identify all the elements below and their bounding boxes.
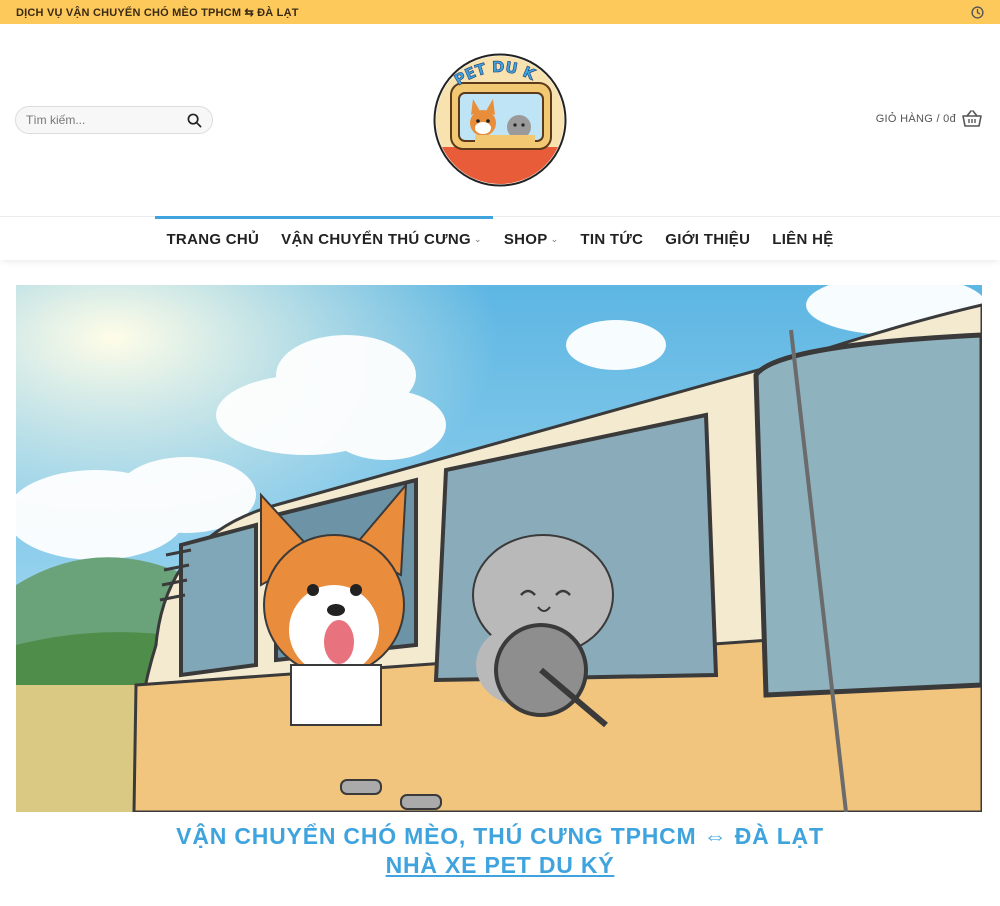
announcement-text: DỊCH VỤ VẬN CHUYỂN CHÓ MÈO TPHCM ⇆ ĐÀ LẠ… bbox=[16, 6, 299, 19]
main-navigation: TRANG CHỦ VẬN CHUYỂN THÚ CƯNG ⌄ SHOP ⌄ TIN… bbox=[0, 216, 1000, 260]
basket-icon bbox=[962, 110, 982, 128]
nav-item-label: SHOP bbox=[503, 230, 548, 248]
nav-item-news[interactable]: TIN TỨC bbox=[569, 217, 654, 261]
hero-headline: VẬN CHUYỂN CHÓ MÈO, THÚ CƯNG TPHCM ⇔ ĐÀ … bbox=[0, 823, 1000, 879]
nav-item-label: VẬN CHUYỂN THÚ CƯNG bbox=[281, 230, 471, 248]
cart-label: GIỎ HÀNG / 0đ bbox=[875, 113, 956, 125]
chevron-down-icon: ⌄ bbox=[474, 233, 482, 244]
nav-item-label: LIÊN HỆ bbox=[772, 230, 834, 248]
headline-title: VẬN CHUYỂN CHÓ MÈO, THÚ CƯNG TPHCM ⇔ ĐÀ … bbox=[176, 823, 824, 849]
chevron-down-icon: ⌄ bbox=[550, 233, 559, 244]
nav-item-label: TIN TỨC bbox=[580, 230, 644, 248]
clock-icon[interactable] bbox=[970, 5, 984, 19]
nav-item-pet-transport[interactable]: VẬN CHUYỂN THÚ CƯNG ⌄ bbox=[270, 216, 493, 261]
nav-item-home[interactable]: TRANG CHỦ bbox=[155, 216, 270, 261]
site-logo[interactable]: PET DU KÝ bbox=[426, 38, 567, 187]
headline-link[interactable]: NHÀ XE PET DU KÝ bbox=[386, 852, 615, 879]
nav-item-about[interactable]: GIỚI THIỆU bbox=[654, 217, 761, 261]
nav-item-label: TRANG CHỦ bbox=[166, 230, 260, 248]
site-header: PET DU KÝ GIỎ HÀNG / 0đ bbox=[0, 24, 1000, 216]
search-form bbox=[15, 106, 213, 134]
top-announcement-bar: DỊCH VỤ VẬN CHUYỂN CHÓ MÈO TPHCM ⇆ ĐÀ LẠ… bbox=[0, 0, 1000, 24]
nav-item-shop[interactable]: SHOP ⌄ bbox=[493, 217, 570, 261]
cart-link[interactable]: GIỎ HÀNG / 0đ bbox=[876, 110, 982, 128]
search-input[interactable] bbox=[26, 113, 186, 127]
nav-item-label: GIỚI THIỆU bbox=[665, 230, 751, 248]
hero-banner-image bbox=[16, 285, 982, 812]
nav-item-contact[interactable]: LIÊN HỆ bbox=[761, 217, 844, 261]
search-icon[interactable] bbox=[186, 112, 202, 128]
